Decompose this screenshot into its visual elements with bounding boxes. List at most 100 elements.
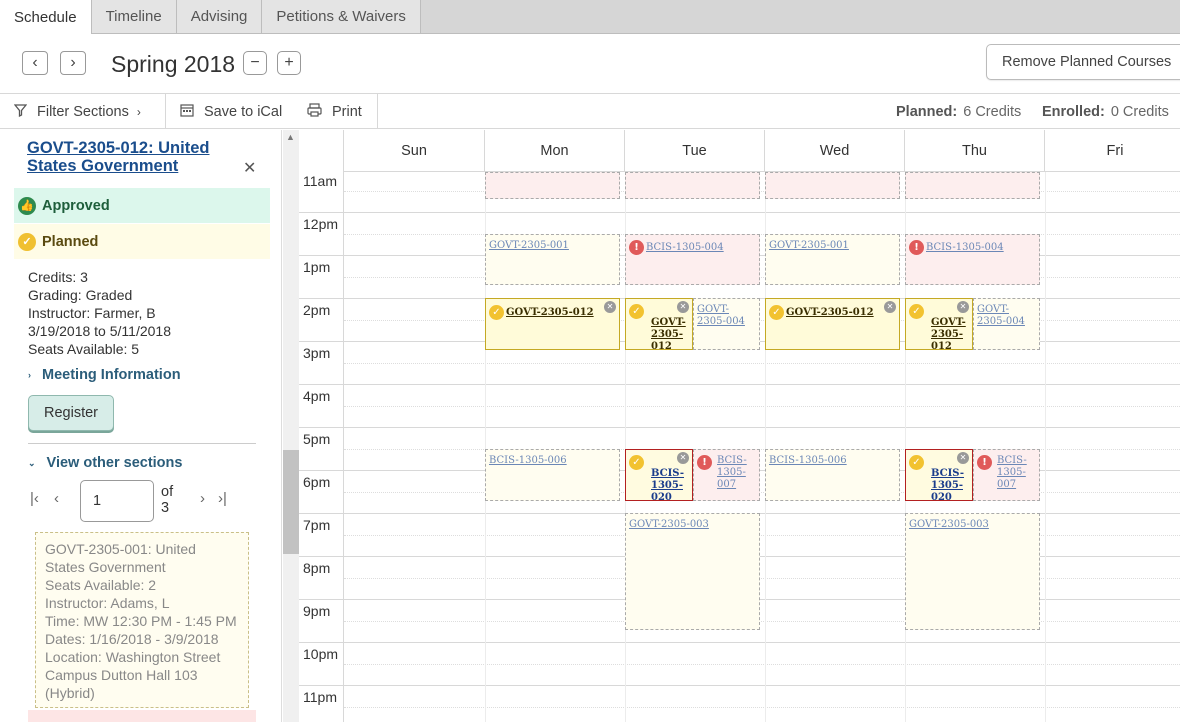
page-number-input[interactable]	[80, 480, 154, 522]
tab-advising[interactable]: Advising	[176, 0, 263, 33]
chevron-right-icon: ›	[28, 370, 31, 380]
event-link[interactable]: BCIS-1305-020	[931, 468, 964, 500]
calendar-event[interactable]	[765, 172, 900, 199]
tab-schedule[interactable]: Schedule	[0, 0, 92, 34]
calendar-event[interactable]: BCIS-1305-006	[765, 449, 900, 501]
remove-event-icon[interactable]: ✕	[957, 452, 969, 464]
event-link[interactable]: BCIS-1305-020	[651, 468, 684, 500]
calendar-event[interactable]	[485, 172, 620, 199]
event-link[interactable]: GOVT-2305-003	[629, 519, 709, 530]
register-button[interactable]: Register	[28, 395, 114, 431]
event-link[interactable]: BCIS-1305-004	[646, 242, 724, 253]
event-link[interactable]: BCIS-1305-007	[717, 455, 747, 490]
half-hour-line	[344, 664, 1180, 665]
last-page-icon[interactable]: ›|	[218, 490, 227, 507]
calendar-event[interactable]: ! BCIS-1305-007	[693, 449, 760, 501]
page-count: of 3	[161, 484, 174, 516]
calendar-event[interactable]: GOVT-2305-001	[765, 234, 900, 285]
chevron-left-icon: ‹	[32, 54, 38, 71]
event-link[interactable]: GOVT-2305-012	[651, 317, 686, 349]
event-link[interactable]: GOVT-2305-012	[786, 307, 874, 318]
term-title: Spring 2018	[111, 51, 236, 77]
remove-event-icon[interactable]: ✕	[884, 301, 896, 313]
calendar-event[interactable]	[905, 172, 1040, 199]
first-page-icon[interactable]: |‹	[30, 490, 39, 507]
check-circle-icon: ✓	[629, 455, 644, 470]
event-link[interactable]: BCIS-1305-006	[489, 455, 567, 466]
day-header-wed: Wed	[765, 130, 905, 172]
remove-event-icon[interactable]: ✕	[957, 301, 969, 313]
meeting-information-toggle[interactable]: › Meeting Information	[28, 367, 181, 383]
scrollbar-thumb[interactable]	[283, 450, 299, 554]
hour-label: 5pm	[303, 431, 331, 447]
course-details: Credits: 3 Grading: Graded Instructor: F…	[28, 268, 171, 358]
hour-label: 7pm	[303, 517, 331, 533]
event-link[interactable]: BCIS-1305-007	[997, 455, 1027, 490]
course-title-link[interactable]: GOVT-2305-012: United States Government	[27, 139, 237, 175]
scroll-up-icon[interactable]: ▲	[286, 132, 295, 142]
tab-petitions-waivers[interactable]: Petitions & Waivers	[262, 0, 421, 33]
calendar-event[interactable]: GOVT-2305-003	[625, 513, 760, 630]
event-link[interactable]: GOVT-2305-004	[697, 304, 745, 327]
event-link[interactable]: GOVT-2305-012	[931, 317, 966, 349]
section-title: GOVT-2305-001: United States Government	[45, 541, 196, 575]
event-link[interactable]: GOVT-2305-001	[769, 240, 849, 251]
hour-label: 4pm	[303, 388, 331, 404]
calendar-event-selected[interactable]: ✓ GOVT-2305-012 ✕	[765, 298, 900, 350]
remove-event-icon[interactable]: ✕	[677, 301, 689, 313]
day-header-thu: Thu	[905, 130, 1045, 172]
tab-timeline[interactable]: Timeline	[91, 0, 177, 33]
credits-text: Credits: 3	[28, 269, 88, 285]
calendar-event[interactable]: GOVT-2305-004	[693, 298, 760, 350]
view-other-sections-toggle[interactable]: ⌄ View other sections	[28, 455, 182, 471]
next-section-card[interactable]	[28, 710, 256, 722]
other-section-card[interactable]: GOVT-2305-001: United States Government …	[35, 532, 249, 708]
sidebar-scrollbar[interactable]: ▲	[283, 130, 299, 722]
remove-event-icon[interactable]: ✕	[677, 452, 689, 464]
event-link[interactable]: GOVT-2305-004	[977, 304, 1025, 327]
remove-planned-courses-button[interactable]: Remove Planned Courses	[986, 44, 1180, 80]
tab-bar: Schedule Timeline Advising Petitions & W…	[0, 0, 1180, 34]
calendar-event-selected[interactable]: ✓ GOVT-2305-012 ✕	[905, 298, 973, 350]
close-icon[interactable]: ✕	[243, 158, 256, 178]
previous-page-icon[interactable]: ‹	[54, 490, 59, 507]
calendar-event-selected[interactable]: ✓ GOVT-2305-012 ✕	[625, 298, 693, 350]
event-link[interactable]: GOVT-2305-012	[506, 307, 594, 318]
filter-icon	[13, 103, 28, 120]
calendar-event[interactable]: BCIS-1305-006	[485, 449, 620, 501]
add-term-button[interactable]: +	[277, 51, 301, 75]
calendar-event[interactable]: ! BCIS-1305-004	[905, 234, 1040, 285]
event-link[interactable]: GOVT-2305-001	[489, 240, 569, 251]
calendar-event-selected[interactable]: ✓ BCIS-1305-020 ✕	[905, 449, 973, 501]
warning-icon: !	[977, 455, 992, 470]
calendar-event[interactable]: ! BCIS-1305-004	[625, 234, 760, 285]
filter-sections-button[interactable]: Filter Sections ›	[13, 94, 141, 129]
print-label: Print	[332, 103, 362, 120]
calendar-event[interactable]: ! BCIS-1305-007	[973, 449, 1040, 501]
event-link[interactable]: GOVT-2305-003	[909, 519, 989, 530]
calendar-event-selected[interactable]: ✓ BCIS-1305-020 ✕	[625, 449, 693, 501]
next-page-icon[interactable]: ›	[200, 490, 205, 507]
save-to-ical-button[interactable]: Save to iCal	[180, 94, 282, 129]
grading-text: Grading: Graded	[28, 287, 133, 303]
calendar-event[interactable]: GOVT-2305-003	[905, 513, 1040, 630]
previous-term-button[interactable]: ‹	[22, 51, 48, 75]
calendar-event[interactable]: GOVT-2305-004	[973, 298, 1040, 350]
enrolled-value: 0 Credits	[1110, 103, 1169, 120]
print-button[interactable]: Print	[307, 94, 362, 129]
calendar-event[interactable]	[625, 172, 760, 199]
planned-credits: Planned: 6 Credits	[896, 94, 1021, 129]
hour-line	[299, 212, 1180, 213]
save-to-ical-label: Save to iCal	[204, 103, 283, 120]
check-circle-icon: ✓	[909, 455, 924, 470]
event-link[interactable]: BCIS-1305-004	[926, 242, 1004, 253]
next-term-button[interactable]: ›	[60, 51, 86, 75]
event-link[interactable]: BCIS-1305-006	[769, 455, 847, 466]
calendar-event-selected[interactable]: ✓ GOVT-2305-012 ✕	[485, 298, 620, 350]
planned-label: Planned	[42, 233, 99, 250]
remove-term-button[interactable]: −	[243, 51, 267, 75]
enrolled-credits: Enrolled: 0 Credits	[1042, 94, 1169, 129]
view-other-sections-label: View other sections	[46, 455, 183, 471]
calendar-event[interactable]: GOVT-2305-001	[485, 234, 620, 285]
remove-event-icon[interactable]: ✕	[604, 301, 616, 313]
